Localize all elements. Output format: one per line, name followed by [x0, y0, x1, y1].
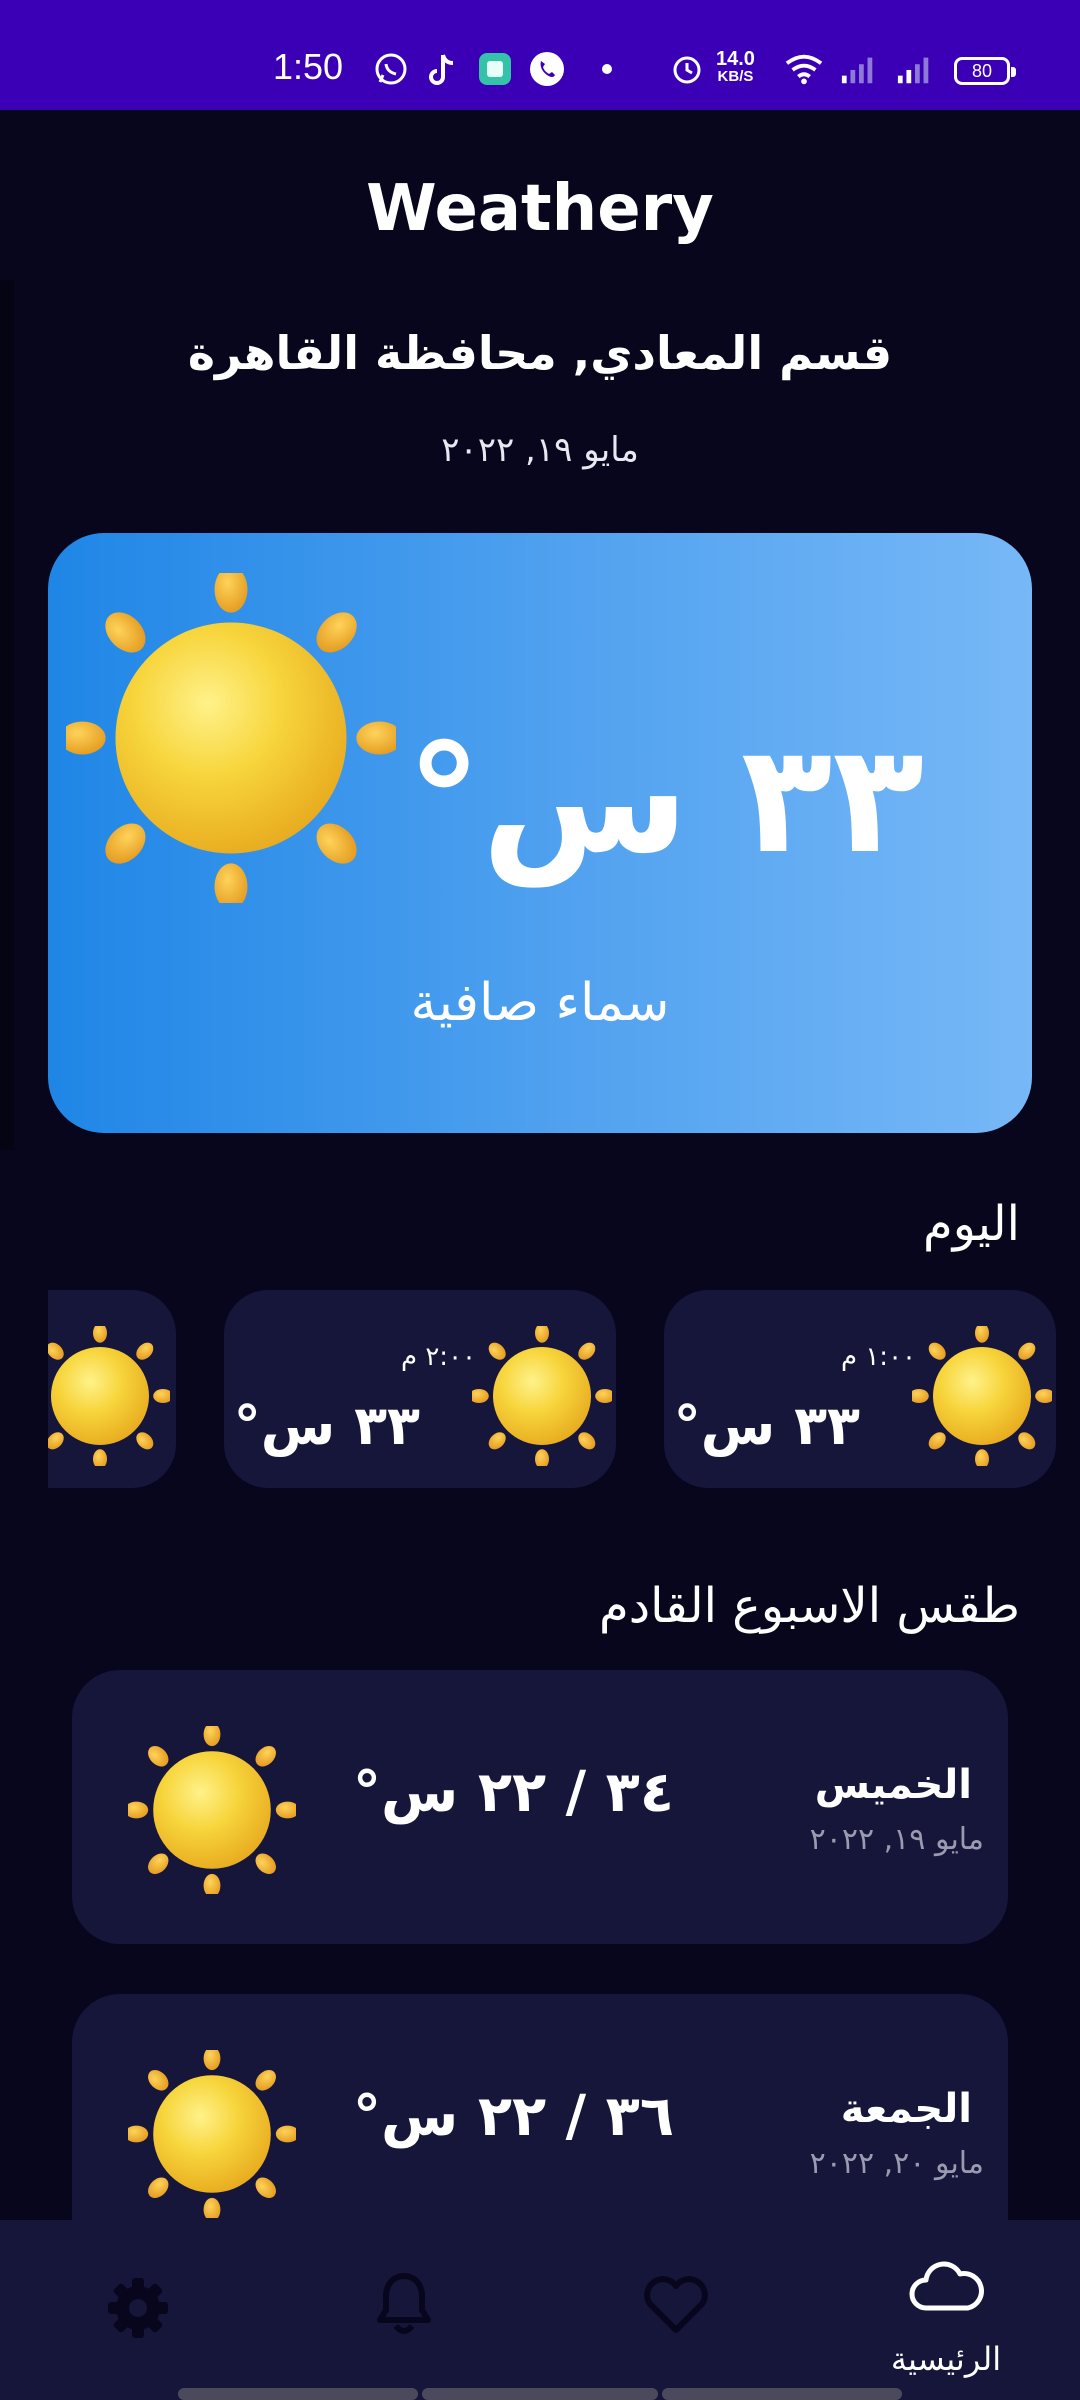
current-condition: سماء صافية [410, 973, 670, 1033]
location-name: قسم المعادي, محافظة القاهرة [187, 326, 893, 380]
home-indicator-segment [662, 2388, 902, 2400]
sun-icon [912, 1326, 1052, 1466]
sun-icon [66, 573, 396, 903]
sun-icon [472, 1326, 612, 1466]
signal-icon-2 [896, 50, 934, 88]
alarm-icon [668, 50, 706, 88]
day-date: مايو ١٩, ٢٠٢٢ [809, 1822, 984, 1857]
day-date: مايو ٢٠, ٢٠٢٢ [809, 2146, 984, 2181]
sun-icon [128, 2050, 296, 2218]
hour-time: ١:٠٠ م [840, 1342, 916, 1372]
network-speed: 14.0 KB/S [716, 48, 755, 86]
signal-icon-1 [840, 50, 878, 88]
wifi-icon [785, 50, 823, 88]
today-section-title: اليوم [923, 1196, 1020, 1252]
sun-icon [128, 1726, 296, 1894]
home-indicator-segment [178, 2388, 418, 2400]
hourly-card[interactable]: ٢:٠٠ م ٣٣ س° [224, 1290, 616, 1488]
bottom-navigation: الرئيسية [0, 2220, 1080, 2400]
home-indicator-segment [422, 2388, 658, 2400]
current-temperature: ٣٣ س° [406, 713, 924, 887]
hourly-card-partial[interactable] [48, 1290, 176, 1488]
tiktok-icon [424, 50, 462, 88]
week-section-title: طقس الاسبوع القادم [598, 1578, 1020, 1634]
phone-call-icon [528, 50, 566, 88]
current-date: مايو ١٩, ٢٠٢٢ [441, 430, 639, 470]
status-time: 1:50 [273, 46, 344, 87]
notifications-icon [377, 2273, 431, 2334]
nav-settings[interactable] [68, 2220, 208, 2400]
settings-icon [108, 2278, 168, 2338]
day-name: الجمعة [840, 2086, 972, 2132]
scroll-edge [0, 280, 14, 1150]
nav-home-label: الرئيسية [890, 2340, 1002, 2378]
favorites-icon [644, 2276, 708, 2333]
nav-notifications[interactable] [334, 2220, 474, 2400]
hour-temperature: ٣٣ س° [233, 1394, 420, 1457]
whatsapp-icon [372, 50, 410, 88]
app-title: Weathery [366, 172, 714, 246]
day-temperature-range: ٣٤ / ٢٢ س° [353, 1760, 674, 1825]
net-speed-value: 14.0 [716, 48, 755, 70]
hour-time: ٢:٠٠ م [400, 1342, 476, 1372]
battery-indicator: 80 [954, 57, 1016, 85]
app-notification-icon [476, 50, 514, 88]
sun-icon [48, 1326, 170, 1466]
net-speed-unit: KB/S [717, 68, 754, 85]
daily-forecast-card[interactable]: ٣٤ / ٢٢ س° الخميس مايو ١٩, ٢٠٢٢ [72, 1670, 1008, 1944]
hour-temperature: ٣٣ س° [673, 1394, 860, 1457]
home-icon [909, 2261, 984, 2311]
status-bar: 1:50 14.0 KB/S 80 [0, 0, 1080, 110]
current-weather-card: ٣٣ س° سماء صافية [48, 533, 1032, 1133]
hourly-card[interactable]: ١:٠٠ م ٣٣ س° [664, 1290, 1056, 1488]
nav-favorites[interactable] [606, 2220, 746, 2400]
dot-icon [588, 50, 626, 88]
day-temperature-range: ٣٦ / ٢٢ س° [353, 2084, 674, 2149]
day-name: الخميس [814, 1762, 972, 1808]
nav-home[interactable]: الرئيسية [876, 2220, 1016, 2400]
